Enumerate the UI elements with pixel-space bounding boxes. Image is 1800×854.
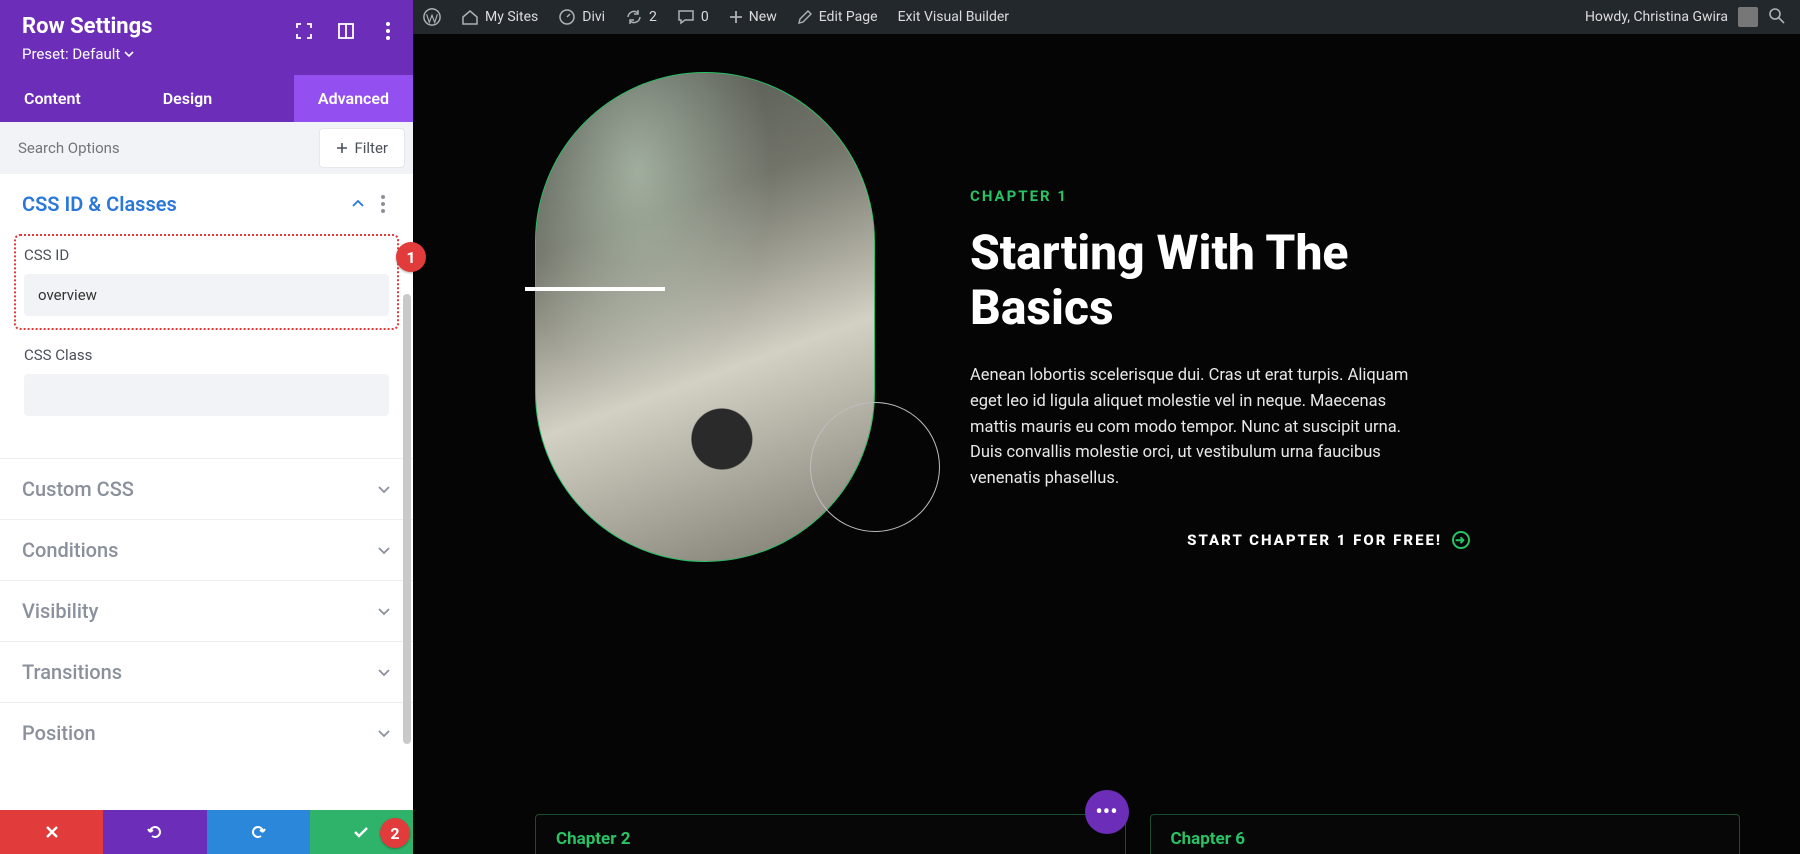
ellipsis-icon: ••• [1095,800,1117,825]
filter-label: Filter [354,139,388,157]
avatar[interactable] [1738,7,1758,27]
redo-button[interactable] [207,810,310,854]
updates[interactable]: 2 [615,0,667,34]
accent-ring [810,402,940,532]
section-transitions[interactable]: Transitions [0,641,413,702]
chevron-down-icon [377,482,391,496]
annotation-badge-2: 2 [380,818,410,848]
preset-label: Preset: Default [22,45,120,63]
pencil-icon [797,9,813,25]
section-custom-css[interactable]: Custom CSS [0,458,413,519]
responsive-icon[interactable] [335,20,357,42]
css-id-label: CSS ID [24,246,389,264]
new[interactable]: New [719,0,787,34]
section-conditions[interactable]: Conditions [0,519,413,580]
exit-visual-builder[interactable]: Exit Visual Builder [888,0,1019,34]
edit-page[interactable]: Edit Page [787,0,888,34]
expand-icon[interactable] [293,20,315,42]
section-css-id-classes[interactable]: CSS ID & Classes [0,174,413,234]
check-icon [352,823,370,841]
chapter-eyebrow: CHAPTER 1 [970,187,1470,205]
annotation-badge-1: 1 [396,242,426,272]
section-visibility[interactable]: Visibility [0,580,413,641]
accent-line [525,287,665,291]
css-class-field-block: CSS Class [14,334,399,430]
refresh-icon [625,8,643,26]
chapter-copy: CHAPTER 1 Starting With The Basics Aenea… [970,72,1470,612]
chapter-cards: Chapter 2 Chapter 6 [535,814,1740,854]
tab-advanced[interactable]: Advanced [294,75,413,122]
caret-down-icon [124,49,134,59]
panel-header: Row Settings Preset: Default [0,0,413,75]
chevron-down-icon [377,726,391,740]
home-icon [461,8,479,26]
row-settings-panel: Row Settings Preset: Default Content Des… [0,0,413,854]
card-chapter-6[interactable]: Chapter 6 [1150,814,1741,854]
filter-button[interactable]: Filter [319,128,405,168]
chevron-up-icon [351,197,365,211]
css-id-input[interactable] [24,274,389,316]
card-chapter-2[interactable]: Chapter 2 [535,814,1126,854]
css-id-field-block: CSS ID [14,234,399,330]
adminbar-search[interactable] [1768,7,1788,27]
panel-footer [0,810,413,854]
css-id-classes-body: CSS ID CSS Class [0,234,413,458]
builder-fab[interactable]: ••• [1085,790,1129,834]
comments[interactable]: 0 [667,0,719,34]
search-icon [1768,7,1786,25]
arrow-right-icon: ➜ [1452,531,1470,549]
chapter-image [535,72,900,612]
section-position[interactable]: Position [0,702,413,763]
panel-tabs: Content Design Advanced [0,75,413,122]
gauge-icon [558,8,576,26]
plus-icon [729,10,743,24]
panel-body: CSS ID & Classes CSS ID CSS Class Custom… [0,174,413,810]
undo-button[interactable] [103,810,206,854]
tab-design[interactable]: Design [139,75,236,122]
panel-scrollbar[interactable] [403,294,411,744]
chapter-paragraph: Aenean lobortis scelerisque dui. Cras ut… [970,363,1430,491]
section-menu-icon[interactable] [375,195,391,213]
howdy-text[interactable]: Howdy, Christina Gwira [1585,9,1728,25]
css-class-label: CSS Class [24,346,389,364]
search-input[interactable] [0,125,311,171]
undo-icon [145,822,165,842]
chapter-cta[interactable]: START CHAPTER 1 FOR FREE! ➜ [970,531,1470,549]
wp-admin-bar: My Sites Divi 2 0 New Edit Page Exit Vis… [413,0,1800,34]
chapter-row: CHAPTER 1 Starting With The Basics Aenea… [535,72,1740,612]
redo-icon [248,822,268,842]
preset-selector[interactable]: Preset: Default [22,45,391,63]
chevron-down-icon [377,543,391,557]
wordpress-icon [423,8,441,26]
close-icon [44,824,60,840]
panel-header-actions [293,20,399,42]
my-sites[interactable]: My Sites [451,0,548,34]
site-name[interactable]: Divi [548,0,615,34]
page-canvas[interactable]: CHAPTER 1 Starting With The Basics Aenea… [413,34,1800,854]
comment-icon [677,8,695,26]
plus-icon [336,142,348,154]
wp-logo[interactable] [413,0,451,34]
search-row: Filter [0,122,413,174]
chapter-headline: Starting With The Basics [970,225,1470,335]
tab-content[interactable]: Content [0,75,105,122]
cancel-button[interactable] [0,810,103,854]
chevron-down-icon [377,665,391,679]
chevron-down-icon [377,604,391,618]
css-class-input[interactable] [24,374,389,416]
kebab-menu-icon[interactable] [377,20,399,42]
